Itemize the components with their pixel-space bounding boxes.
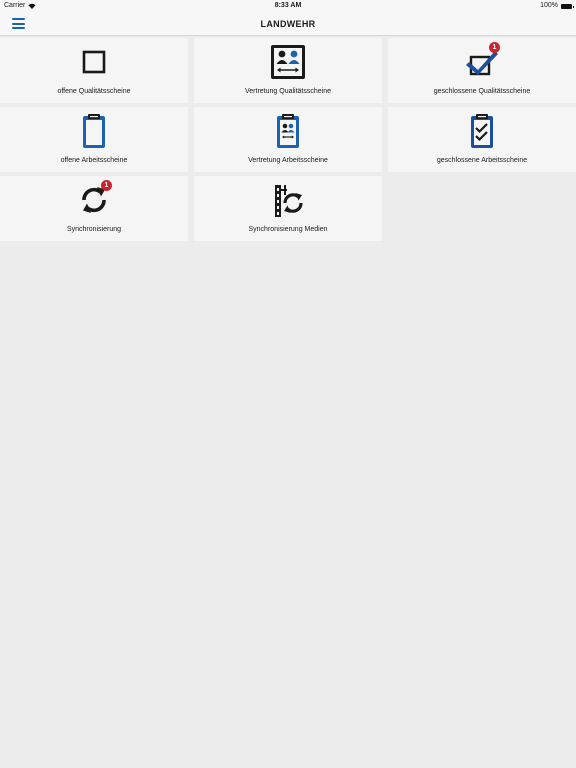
navigation-bar: LANDWEHR bbox=[0, 12, 576, 36]
tile-offene-arbeitsscheine[interactable]: offene Arbeitsscheine bbox=[0, 107, 188, 172]
tile-synchronisierung[interactable]: 1 Synchronisierung bbox=[0, 176, 188, 241]
tile-synchronisierung-medien[interactable]: Synchronisierung Medien bbox=[194, 176, 382, 241]
battery-indicator: 100% bbox=[540, 0, 574, 12]
hamburger-menu-icon[interactable] bbox=[12, 18, 25, 29]
tile-label: geschlossene Arbeitsscheine bbox=[436, 157, 528, 164]
battery-icon bbox=[561, 3, 574, 9]
tile-geschlossene-arbeitsscheine[interactable]: geschlossene Arbeitsscheine bbox=[388, 107, 576, 172]
tile-vertretung-qualitaetsscheine[interactable]: Vertretung Qualitätsscheine bbox=[194, 38, 382, 103]
clipboard-checklist-icon bbox=[471, 114, 493, 148]
clipboard-people-icon bbox=[277, 114, 299, 148]
tile-label: Synchronisierung bbox=[66, 226, 122, 233]
tile-label: Synchronisierung Medien bbox=[248, 226, 328, 233]
notification-badge: 1 bbox=[489, 42, 500, 53]
tile-label: Vertretung Qualitätsscheine bbox=[245, 88, 331, 95]
media-sync-icon bbox=[275, 185, 303, 217]
notification-badge: 1 bbox=[101, 180, 112, 191]
substitution-people-icon bbox=[271, 45, 305, 79]
empty-clipboard-icon bbox=[83, 114, 105, 148]
tile-geschlossene-qualitaetsscheine[interactable]: 1 geschlossene Qualitätsscheine bbox=[388, 38, 576, 103]
empty-checkbox-icon bbox=[82, 50, 106, 74]
tile-label: geschlossene Qualitätsscheine bbox=[433, 88, 531, 95]
battery-percent: 100% bbox=[540, 2, 558, 9]
tile-vertretung-arbeitsscheine[interactable]: Vertretung Arbeitsscheine bbox=[194, 107, 382, 172]
tile-offene-qualitaetsscheine[interactable]: offene Qualitätsscheine bbox=[0, 38, 188, 103]
tile-label: Vertretung Arbeitsscheine bbox=[248, 157, 328, 164]
tile-label: offene Qualitätsscheine bbox=[57, 88, 131, 95]
tile-label: offene Arbeitsscheine bbox=[60, 157, 128, 164]
status-bar: Carrier 8:33 AM 100% bbox=[0, 0, 576, 12]
page-title: LANDWEHR bbox=[260, 19, 316, 29]
status-time: 8:33 AM bbox=[274, 2, 302, 9]
